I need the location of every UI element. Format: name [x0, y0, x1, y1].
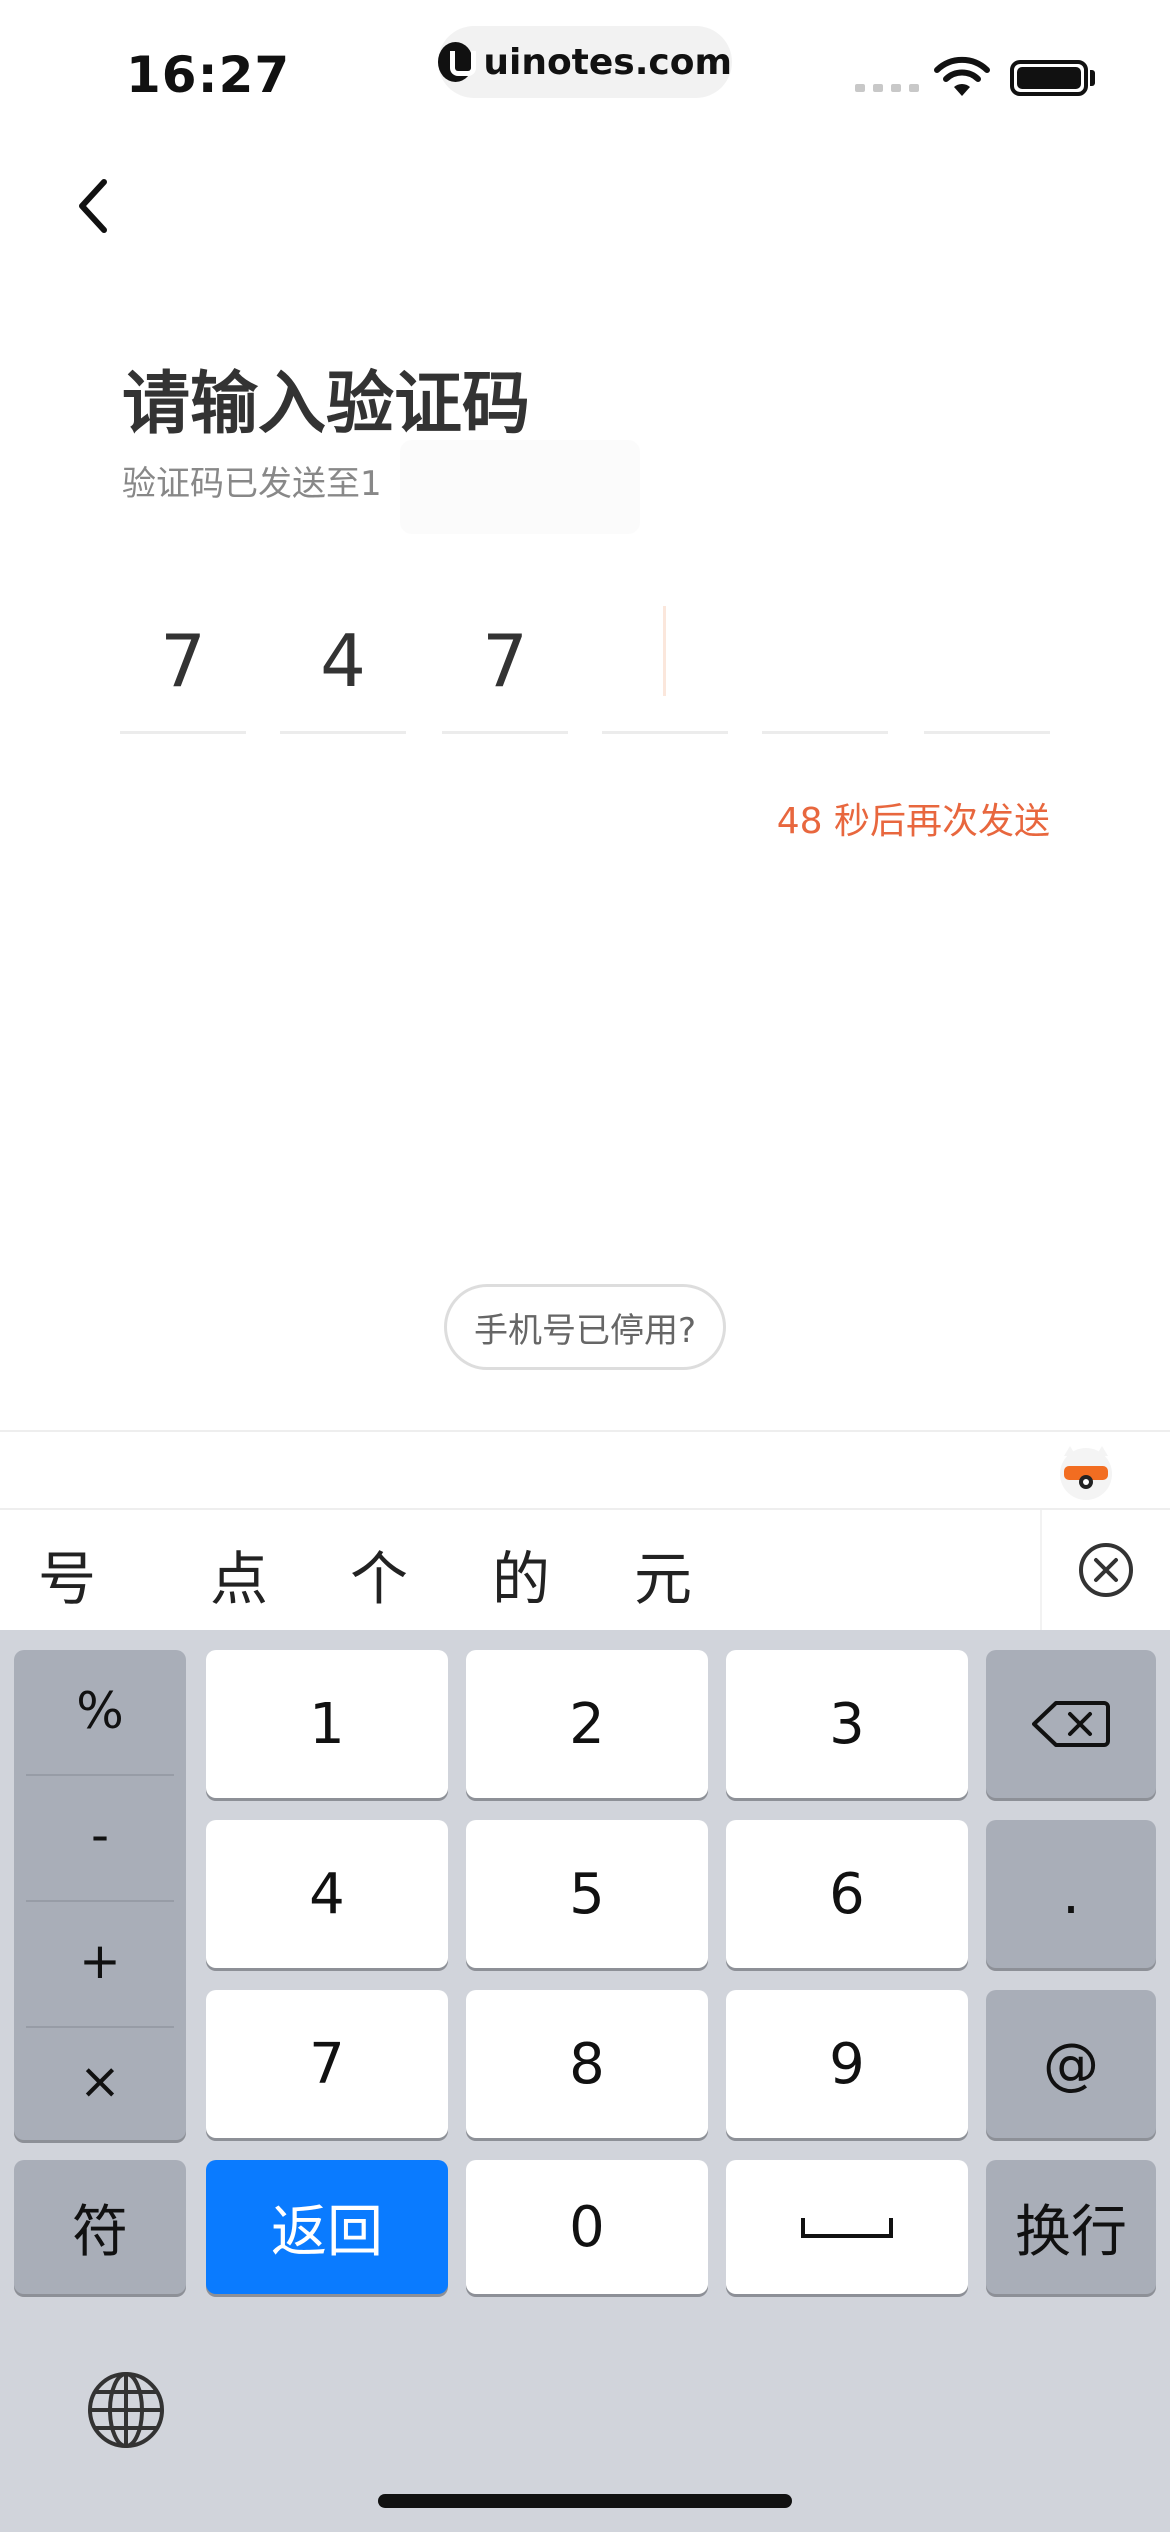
- phone-number-mask: [400, 440, 640, 534]
- divider: [0, 1430, 1170, 1432]
- battery-icon: [1010, 60, 1088, 96]
- resend-countdown: 48 秒后再次发送: [776, 801, 1050, 842]
- key-percent[interactable]: %: [14, 1650, 186, 1772]
- page-title: 请输入验证码: [122, 365, 531, 444]
- key-9[interactable]: 9: [726, 1990, 968, 2138]
- candidate-2[interactable]: 点: [210, 1532, 268, 1616]
- status-time: 16:27: [126, 46, 291, 104]
- url-text: uinotes.com: [483, 41, 732, 83]
- key-1[interactable]: 1: [206, 1650, 448, 1798]
- key-times[interactable]: ×: [14, 2020, 186, 2142]
- phone-disabled-button[interactable]: 手机号已停用?: [444, 1284, 726, 1370]
- candidate-5[interactable]: 元: [634, 1532, 692, 1616]
- phone-hint: 验证码已发送至1: [122, 464, 382, 504]
- key-8[interactable]: 8: [466, 1990, 708, 2138]
- site-logo-icon: [438, 42, 477, 82]
- key-3[interactable]: 3: [726, 1650, 968, 1798]
- text-cursor: [663, 606, 666, 696]
- code-digit-1[interactable]: 7: [120, 590, 246, 734]
- candidate-1[interactable]: 号: [38, 1532, 96, 1616]
- candidate-bar: 号 点 个 的 元: [0, 1510, 1040, 1630]
- wifi-icon: [934, 56, 990, 96]
- backspace-icon: [1032, 1701, 1110, 1747]
- numeric-keyboard: % - + × 1 2 3 4 5 6 . 7 8 9 @ 符 返回 0 换行: [0, 1630, 1170, 2532]
- newline-key[interactable]: 换行: [986, 2160, 1156, 2294]
- key-5[interactable]: 5: [466, 1820, 708, 1968]
- key-minus[interactable]: -: [14, 1774, 186, 1896]
- key-0[interactable]: 0: [466, 2160, 708, 2294]
- key-dot[interactable]: .: [986, 1820, 1156, 1968]
- signal-icon: [855, 84, 919, 92]
- key-at[interactable]: @: [986, 1990, 1156, 2138]
- key-7[interactable]: 7: [206, 1990, 448, 2138]
- symbol-switch-key[interactable]: 符: [14, 2160, 186, 2294]
- url-pill[interactable]: uinotes.com: [438, 26, 732, 98]
- code-digit-5[interactable]: [762, 590, 888, 734]
- close-circle-icon: [1079, 1543, 1133, 1597]
- space-icon: [801, 2218, 893, 2238]
- delete-key[interactable]: [986, 1650, 1156, 1798]
- key-4[interactable]: 4: [206, 1820, 448, 1968]
- candidate-3[interactable]: 个: [350, 1532, 408, 1616]
- code-digit-6[interactable]: [924, 590, 1050, 734]
- battery-tip: [1090, 70, 1095, 86]
- chevron-left-icon[interactable]: [68, 176, 118, 236]
- key-plus[interactable]: +: [14, 1900, 186, 2022]
- candidate-4[interactable]: 的: [492, 1532, 550, 1616]
- globe-icon[interactable]: [86, 2370, 166, 2450]
- candidate-close-button[interactable]: [1040, 1510, 1170, 1630]
- home-indicator[interactable]: [378, 2494, 792, 2508]
- space-key[interactable]: [726, 2160, 968, 2294]
- key-2[interactable]: 2: [466, 1650, 708, 1798]
- mascot-icon[interactable]: [1056, 1442, 1116, 1502]
- key-6[interactable]: 6: [726, 1820, 968, 1968]
- code-digit-2[interactable]: 4: [280, 590, 406, 734]
- return-key[interactable]: 返回: [206, 2160, 448, 2294]
- code-digit-3[interactable]: 7: [442, 590, 568, 734]
- symbol-column: % - + ×: [14, 1650, 186, 2140]
